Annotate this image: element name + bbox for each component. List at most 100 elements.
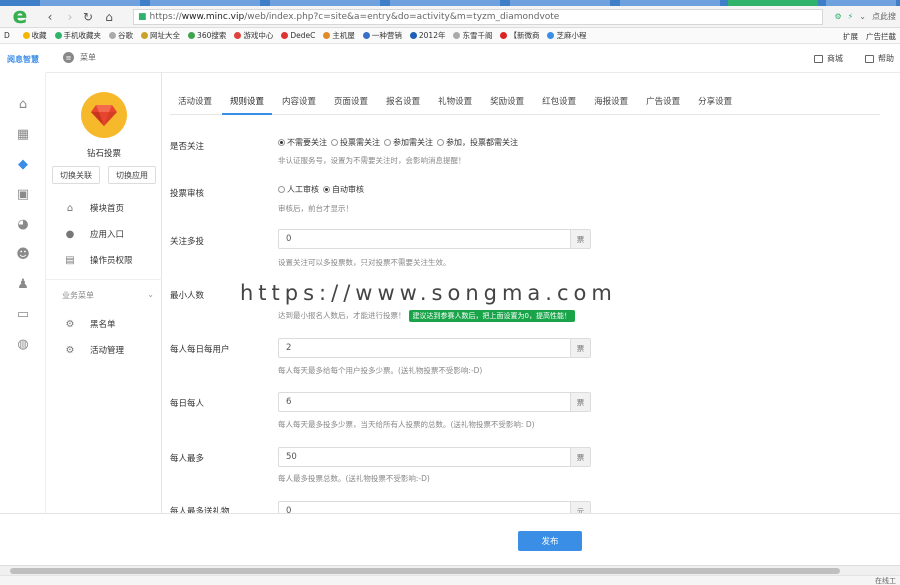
help-link[interactable]: 帮助 bbox=[865, 53, 894, 64]
monitor-icon[interactable]: ▭ bbox=[11, 302, 35, 326]
follow-option-vote[interactable]: 投票需关注 bbox=[331, 137, 380, 148]
gear-icon: ⚙ bbox=[65, 344, 75, 356]
bookmark-item[interactable]: 游戏中心 bbox=[234, 30, 273, 41]
side-item-app-entry[interactable]: ● 应用入口 bbox=[46, 221, 162, 247]
switch-link-button[interactable]: 切换关联 bbox=[52, 166, 100, 184]
business-menu-group[interactable]: 业务菜单 ⌄ bbox=[46, 279, 162, 311]
host-icon bbox=[323, 32, 331, 39]
daily-per-person-label: 每日每人 bbox=[170, 399, 205, 409]
daily-per-user-hint: 每人每天最多给每个用户投多少票。(送礼物投票不受影响:-D) bbox=[278, 366, 483, 375]
switch-app-button[interactable]: 切换应用 bbox=[108, 166, 156, 184]
bookmark-item[interactable]: 一种营销 bbox=[362, 30, 402, 41]
min-people-badge: 建议达到参赛人数后，把上面设置为0，提高性能！ bbox=[408, 310, 575, 322]
home-icon[interactable]: ⌂ bbox=[11, 92, 35, 116]
status-bar: 在线工 bbox=[0, 575, 900, 585]
tab-signup-settings[interactable]: 报名设置 bbox=[378, 93, 428, 115]
bookmark-item[interactable]: 谷歌 bbox=[109, 30, 133, 41]
review-option-auto[interactable]: 自动审核 bbox=[323, 184, 364, 195]
mall-link[interactable]: 商城 bbox=[814, 53, 843, 64]
tab-rule-settings[interactable]: 规则设置 bbox=[222, 93, 273, 115]
search-hint[interactable]: 点此搜 bbox=[872, 11, 896, 22]
max-per-person-input[interactable]: 50 票 bbox=[278, 447, 591, 467]
bookmark-item[interactable]: DedeC bbox=[281, 31, 315, 40]
follow-option-both[interactable]: 参加，投票都需关注 bbox=[437, 137, 518, 148]
file-icon: ▤ bbox=[65, 254, 75, 266]
tab-activity-settings[interactable]: 活动设置 bbox=[170, 93, 220, 115]
apps-icon[interactable]: ▣ bbox=[11, 182, 35, 206]
radio-icon bbox=[278, 186, 285, 193]
app-logo bbox=[81, 92, 127, 138]
switch-row: 切换关联 切换应用 bbox=[52, 166, 156, 184]
bookmark-item[interactable]: 【新微商 bbox=[500, 30, 539, 41]
bookmark-item[interactable]: 手机收藏夹 bbox=[54, 30, 101, 41]
bookmarks-toggle[interactable]: D bbox=[4, 31, 15, 40]
address-bar: e ‹ › ↻ ⌂ ■ https:// www.minc.vip /web/i… bbox=[0, 6, 900, 28]
bookmark-item[interactable]: 东雪千阁 bbox=[453, 30, 492, 41]
radio-icon bbox=[331, 139, 338, 146]
dropdown-icon[interactable]: ⌄ bbox=[859, 12, 866, 21]
flash-icon[interactable]: ⚡ bbox=[848, 12, 854, 21]
game-icon bbox=[234, 32, 242, 39]
daily-per-user-input[interactable]: 2 票 bbox=[278, 338, 591, 358]
app-name: 钻石投票 bbox=[86, 149, 121, 159]
back-icon[interactable]: ‹ bbox=[42, 9, 58, 25]
cube-icon[interactable]: ◆ bbox=[11, 152, 35, 176]
daily-per-person-input[interactable]: 6 票 bbox=[278, 392, 591, 412]
tab-gift-settings[interactable]: 礼物设置 bbox=[430, 93, 480, 115]
adblock-button[interactable]: 广告拦截 bbox=[866, 31, 896, 42]
tab-poster-settings[interactable]: 海报设置 bbox=[586, 93, 636, 115]
secure-lock-icon: ■ bbox=[138, 12, 147, 22]
bookmark-item[interactable]: 主机屋 bbox=[323, 30, 355, 41]
chart-icon[interactable]: ◕ bbox=[11, 212, 35, 236]
radio-icon bbox=[437, 139, 444, 146]
brand-logo[interactable]: 阅息智慧 bbox=[0, 45, 46, 73]
multi-vote-hint: 设置关注可以多投票数，只对投票不需要关注生效。 bbox=[278, 258, 451, 267]
side-item-module-home[interactable]: ⌂ 模块首页 bbox=[46, 195, 162, 221]
home-icon[interactable]: ⌂ bbox=[101, 9, 117, 25]
gift-limit-input[interactable]: 0 元 bbox=[278, 501, 591, 513]
publish-button[interactable]: 发布 bbox=[518, 531, 582, 551]
bookmark-item[interactable]: 360搜索 bbox=[188, 30, 226, 41]
grid-icon[interactable]: ▦ bbox=[11, 122, 35, 146]
settings-tabs: 活动设置 规则设置 内容设置 页面设置 报名设置 礼物设置 奖励设置 红包设置 … bbox=[170, 93, 880, 115]
url-input[interactable]: ■ https:// www.minc.vip /web/index.php?c… bbox=[133, 9, 823, 25]
grid-icon bbox=[500, 32, 508, 39]
browser-logo-icon[interactable]: e bbox=[6, 6, 34, 28]
menu-icon: ≡ bbox=[63, 52, 74, 63]
bookmark-item[interactable]: 2012年 bbox=[409, 30, 445, 41]
tab-content-settings[interactable]: 内容设置 bbox=[274, 93, 324, 115]
extensions-button[interactable]: 扩展 bbox=[843, 31, 858, 42]
menu-toggle[interactable]: ≡ 菜单 bbox=[63, 52, 96, 63]
user-icon[interactable]: ♟ bbox=[11, 272, 35, 296]
bookmark-item[interactable]: 网址大全 bbox=[141, 30, 180, 41]
side-item-operator-permissions[interactable]: ▤ 操作员权限 bbox=[46, 247, 162, 273]
multi-vote-label: 关注多投 bbox=[170, 237, 205, 247]
follow-option-join[interactable]: 参加需关注 bbox=[384, 137, 433, 148]
reload-icon[interactable]: ↻ bbox=[80, 9, 96, 25]
horizontal-scrollbar[interactable] bbox=[0, 565, 900, 575]
tab-redpacket-settings[interactable]: 红包设置 bbox=[534, 93, 584, 115]
side-item-blacklist[interactable]: ⚙ 黑名单 bbox=[46, 311, 162, 337]
home-icon: ⌂ bbox=[66, 202, 74, 214]
forward-icon[interactable]: › bbox=[62, 9, 78, 25]
follow-radio-group: 不需要关注 投票需关注 参加需关注 参加，投票都需关注 bbox=[278, 137, 518, 148]
extension-icon[interactable]: ⚙ bbox=[835, 12, 842, 21]
follow-option-none[interactable]: 不需要关注 bbox=[278, 137, 327, 148]
multi-vote-input[interactable]: 0 票 bbox=[278, 229, 591, 249]
side-item-activity-management[interactable]: ⚙ 活动管理 bbox=[46, 337, 162, 363]
scrollbar-thumb[interactable] bbox=[10, 568, 840, 574]
url-path: /web/index.php?c=site&a=entry&do=activit… bbox=[244, 12, 560, 22]
app-icon bbox=[547, 32, 555, 39]
bookmark-item[interactable]: 芝麻小程 bbox=[547, 30, 586, 41]
tab-share-settings[interactable]: 分享设置 bbox=[690, 93, 740, 115]
header-right: 商城 帮助 bbox=[814, 53, 894, 64]
url-prefix: https:// bbox=[149, 12, 182, 22]
tab-page-settings[interactable]: 页面设置 bbox=[326, 93, 376, 115]
review-label: 投票审核 bbox=[170, 189, 205, 199]
tab-reward-settings[interactable]: 奖励设置 bbox=[482, 93, 532, 115]
globe-icon[interactable]: ◍ bbox=[11, 332, 35, 356]
bookmark-item[interactable]: 收藏 bbox=[22, 30, 47, 41]
users-icon[interactable]: ☻ bbox=[11, 242, 35, 266]
review-option-manual[interactable]: 人工审核 bbox=[278, 184, 319, 195]
tab-ad-settings[interactable]: 广告设置 bbox=[638, 93, 688, 115]
